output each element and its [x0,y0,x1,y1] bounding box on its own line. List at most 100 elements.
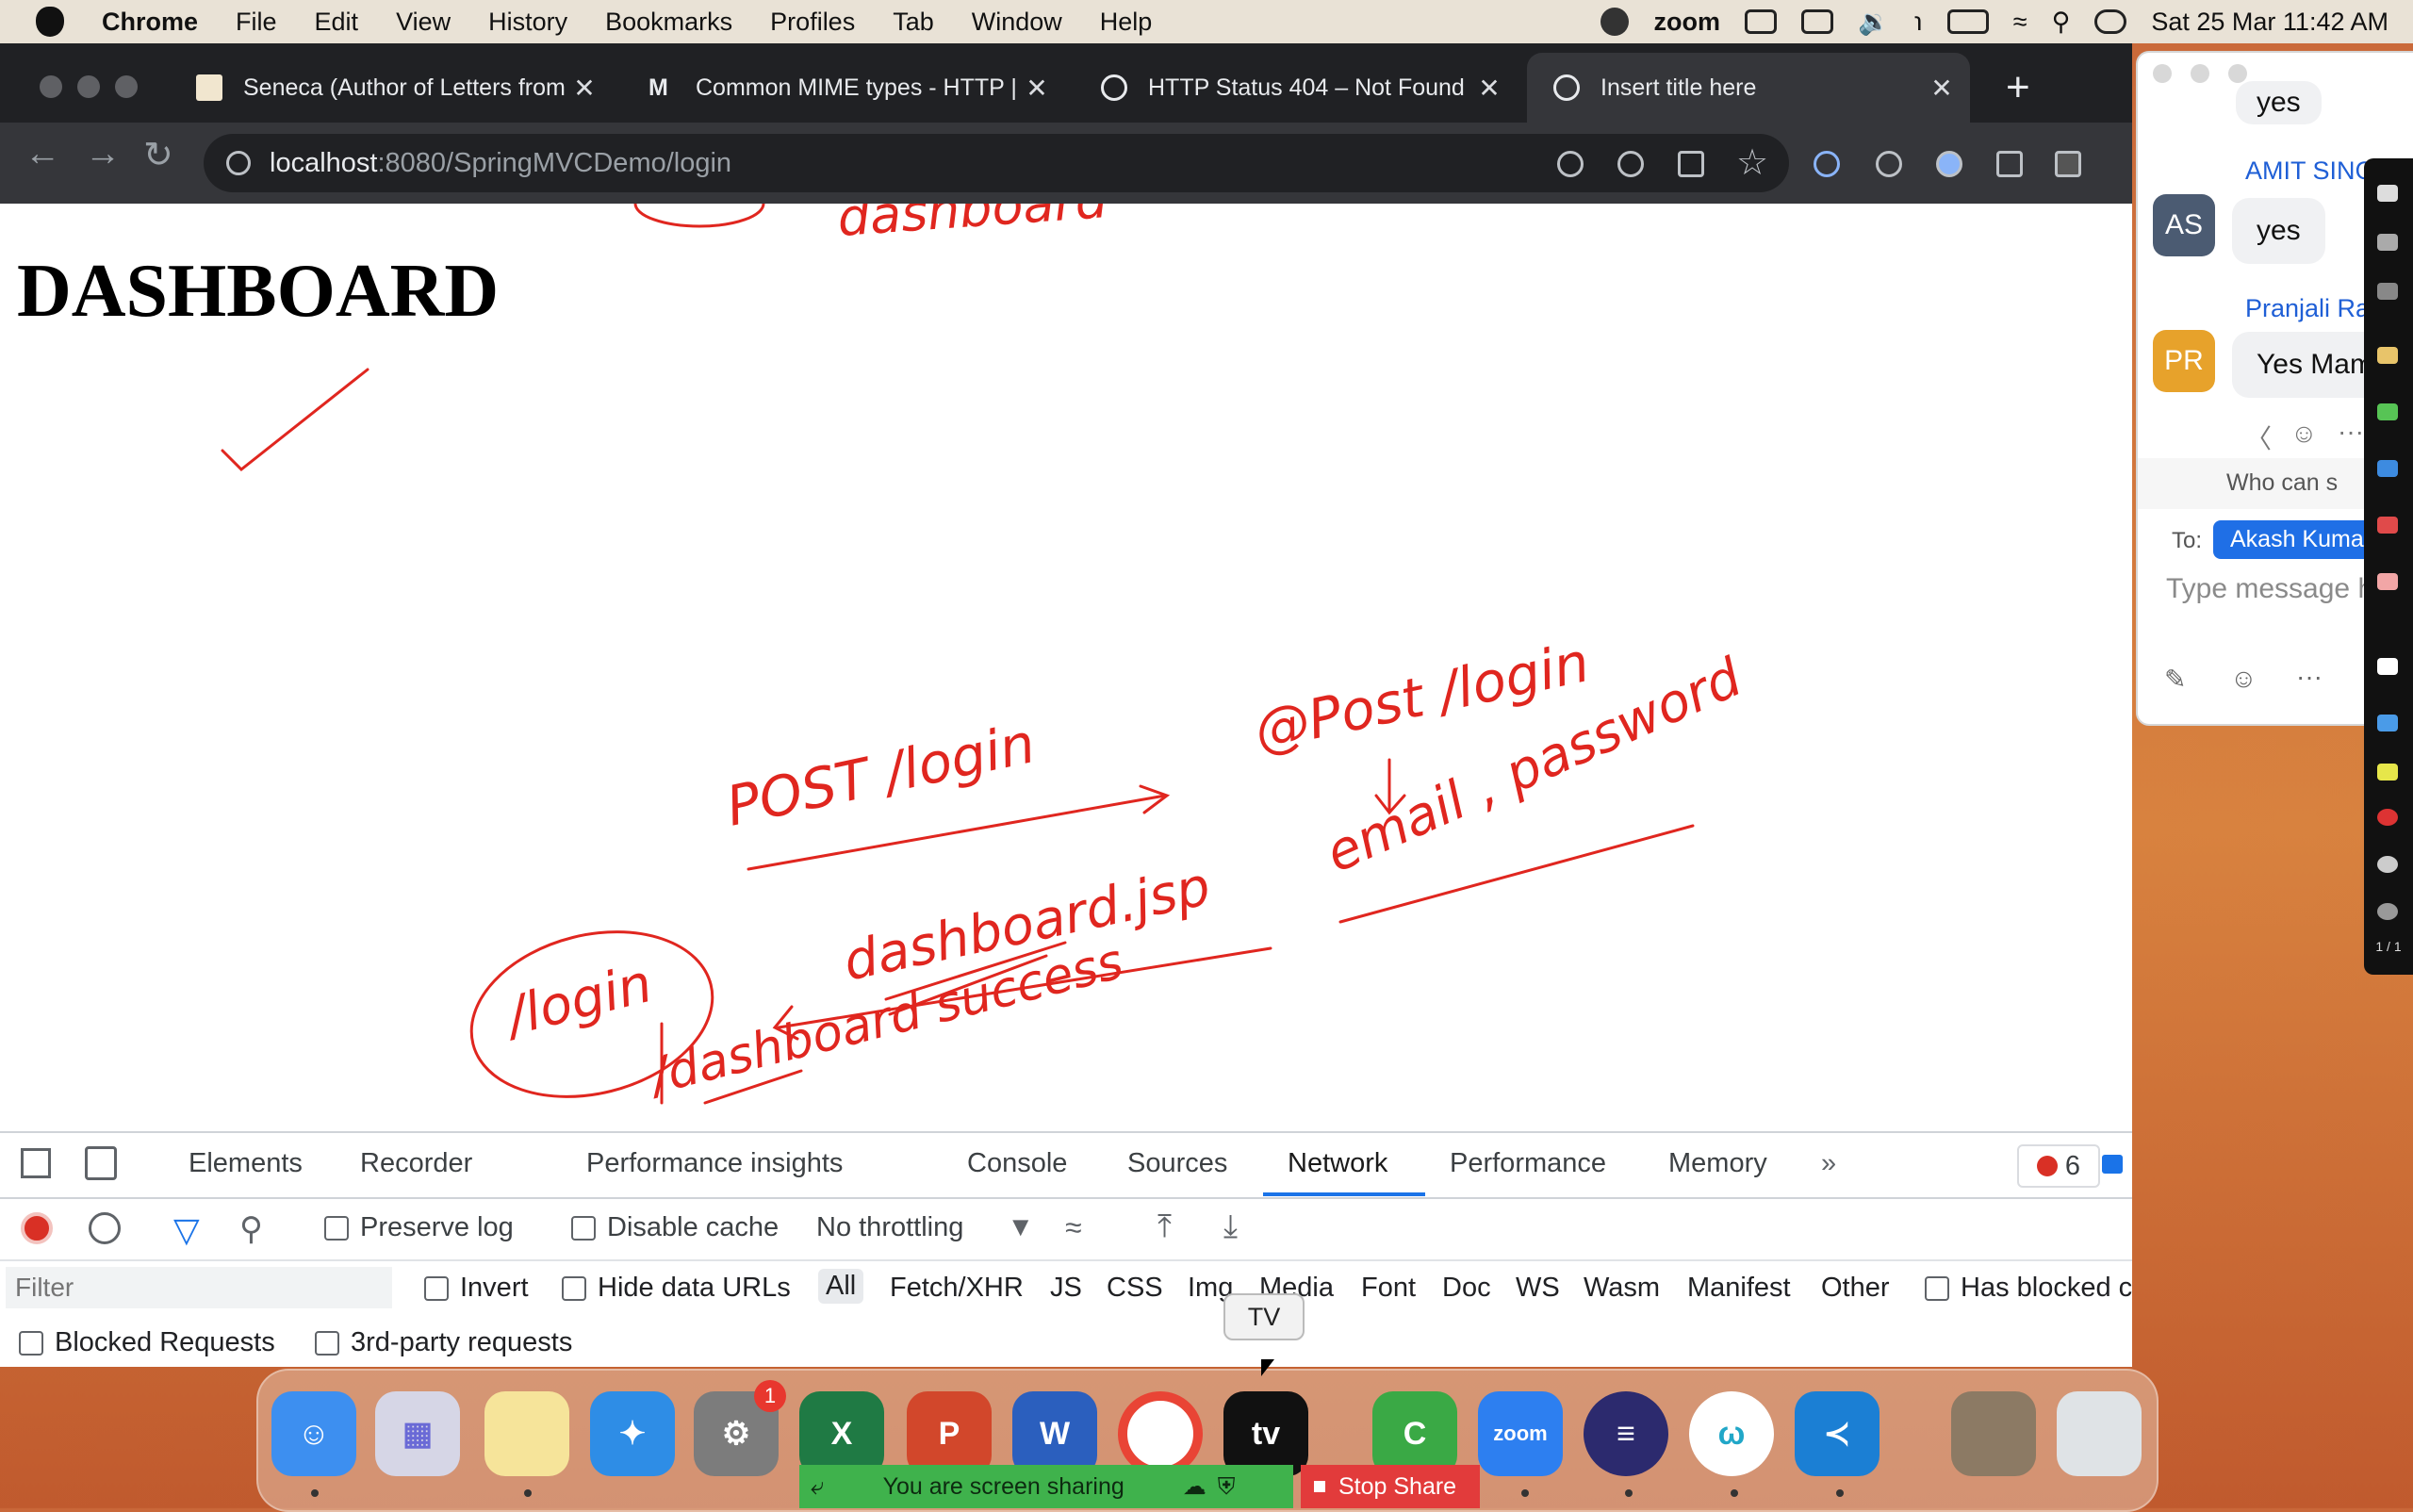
checkbox-box[interactable] [324,1216,349,1241]
throttling-select[interactable]: No throttling ▼ [816,1212,1034,1243]
more-tabs-icon[interactable]: » [1821,1148,1836,1179]
menu-bookmarks[interactable]: Bookmarks [605,8,732,37]
eraser-icon[interactable] [2377,573,2398,590]
record-dot-icon[interactable] [2377,809,2398,826]
export-har-icon[interactable]: ⤓ [1223,1208,1238,1245]
menu-history[interactable]: History [488,8,567,37]
zoom-lens-icon[interactable] [1617,151,1644,177]
arrow-tool-icon[interactable] [2377,715,2398,731]
type-filter-ws[interactable]: WS [1516,1273,1560,1304]
key-icon[interactable] [1557,151,1584,177]
record-button[interactable] [21,1212,53,1244]
highlighter-icon[interactable] [2377,403,2398,420]
disable-cache-checkbox[interactable]: Disable cache [571,1212,779,1243]
share-arrow-icon[interactable]: ⤶ [811,1471,825,1502]
webex-icon[interactable]: ω [1689,1391,1774,1476]
save-icon[interactable] [2377,856,2398,873]
tab-insert-title[interactable]: Insert title here ✕ [1527,53,1970,123]
tab-network[interactable]: Network [1288,1148,1387,1179]
menu-app-name[interactable]: Chrome [102,8,198,37]
mouse-tool-icon[interactable] [2377,185,2398,202]
launchpad-icon[interactable]: ▦ [375,1391,460,1476]
type-filter-wasm[interactable]: Wasm [1584,1273,1660,1304]
notes-icon[interactable] [484,1391,569,1476]
type-filter-doc[interactable]: Doc [1442,1273,1491,1304]
format-box-icon[interactable] [2377,658,2398,675]
photos-stack-icon[interactable] [1951,1391,2036,1476]
tab-seneca[interactable]: Seneca (Author of Letters from a Stoic) … [170,53,613,123]
film-icon[interactable] [1744,9,1777,34]
tab-elements[interactable]: Elements [189,1148,303,1179]
tab-memory[interactable]: Memory [1668,1148,1767,1179]
bookmark-star-icon[interactable]: ☆ [1736,141,1768,184]
reload-icon[interactable]: ↻ [143,134,173,176]
invert-checkbox[interactable]: Invert [424,1273,529,1304]
word-icon[interactable]: W [1012,1391,1097,1476]
text-t-icon[interactable] [2377,460,2398,477]
vscode-icon[interactable]: ≺ [1795,1391,1880,1476]
bluetooth-icon[interactable]: ℩ [1914,8,1923,37]
close-tab-icon[interactable]: ✕ [1470,73,1508,104]
menu-profiles[interactable]: Profiles [770,8,855,37]
select-tool-icon[interactable] [2377,234,2398,251]
tab-performance[interactable]: Performance [1450,1148,1606,1179]
device-toolbar-icon[interactable] [85,1146,117,1180]
tab-performance-insights[interactable]: Performance insights [586,1148,843,1179]
tab-recorder[interactable]: Recorder [360,1148,472,1179]
extension-se-icon[interactable] [2055,151,2081,177]
excel-icon[interactable]: X [799,1391,884,1476]
inspect-element-icon[interactable] [21,1148,51,1178]
checkbox-box[interactable] [19,1331,43,1356]
expand-chat-button[interactable] [2228,64,2247,83]
chrome-icon[interactable] [1118,1391,1203,1476]
extension-circle-icon[interactable] [1936,151,1962,177]
draw-pencil-icon[interactable] [2377,347,2398,364]
close-tab-icon[interactable]: ✕ [1923,73,1961,104]
menu-file[interactable]: File [236,8,277,37]
site-info-icon[interactable] [226,151,251,175]
clear-icon[interactable] [89,1212,121,1244]
shape-tool-icon[interactable] [2377,764,2398,781]
checkbox-box[interactable] [571,1216,596,1241]
hide-data-urls-checkbox[interactable]: Hide data URLs [562,1273,791,1304]
trash-icon[interactable] [2057,1391,2142,1476]
checkbox-box[interactable] [315,1331,339,1356]
apple-icon[interactable] [36,7,64,37]
volume-icon[interactable]: 🔉 [1858,7,1890,37]
search-icon[interactable]: ⚲ [2052,8,2071,37]
stop-share-button[interactable]: Stop Share [1301,1465,1480,1508]
new-tab-button[interactable]: + [2006,64,2030,111]
who-can-see-text[interactable]: Who can s [2226,469,2338,497]
screen-mirror-icon[interactable] [1800,9,1833,34]
settings-icon[interactable] [2377,903,2398,920]
extension-chart-icon[interactable] [1814,151,1840,177]
type-filter-manifest[interactable]: Manifest [1687,1273,1791,1304]
type-filter-all[interactable]: All [818,1269,864,1304]
menu-edit[interactable]: Edit [315,8,359,37]
wifi-icon[interactable]: ≈ [2013,8,2027,37]
emoji-icon[interactable]: ☺ [2230,664,2257,694]
search-network-icon[interactable]: ⚲ [239,1210,263,1248]
tab-404[interactable]: HTTP Status 404 – Not Found ✕ [1075,53,1518,123]
filter-funnel-icon[interactable]: ▽ [173,1210,200,1250]
format-pen-icon[interactable]: ✎ [2164,664,2186,695]
more-actions-icon[interactable]: ··· [2338,417,2364,447]
type-filter-fetch[interactable]: Fetch/XHR [890,1273,1024,1304]
filter-input[interactable] [6,1267,392,1308]
share-icon[interactable] [1678,151,1704,177]
close-window-button[interactable] [40,75,62,98]
back-icon[interactable]: ← [25,134,60,174]
url-text[interactable]: localhost:8080/SpringMVCDemo/login [270,148,731,179]
message-input[interactable]: Type message h [2166,573,2373,605]
finder-icon[interactable]: ☺ [271,1391,356,1476]
import-har-icon[interactable]: ⤒ [1157,1208,1172,1245]
zoom-status-label[interactable]: zoom [1653,8,1720,37]
tab-mime-types[interactable]: M Common MIME types - HTTP | MDN ✕ [622,53,1065,123]
siri-icon[interactable] [1600,8,1630,36]
tab-sources[interactable]: Sources [1127,1148,1227,1179]
extension-target-icon[interactable] [1876,151,1902,177]
checkbox-box[interactable] [1925,1276,1949,1302]
camtasia-icon[interactable]: C [1372,1391,1457,1476]
text-tool-icon[interactable] [2377,283,2398,300]
clock[interactable]: Sat 25 Mar 11:42 AM [2151,8,2388,37]
